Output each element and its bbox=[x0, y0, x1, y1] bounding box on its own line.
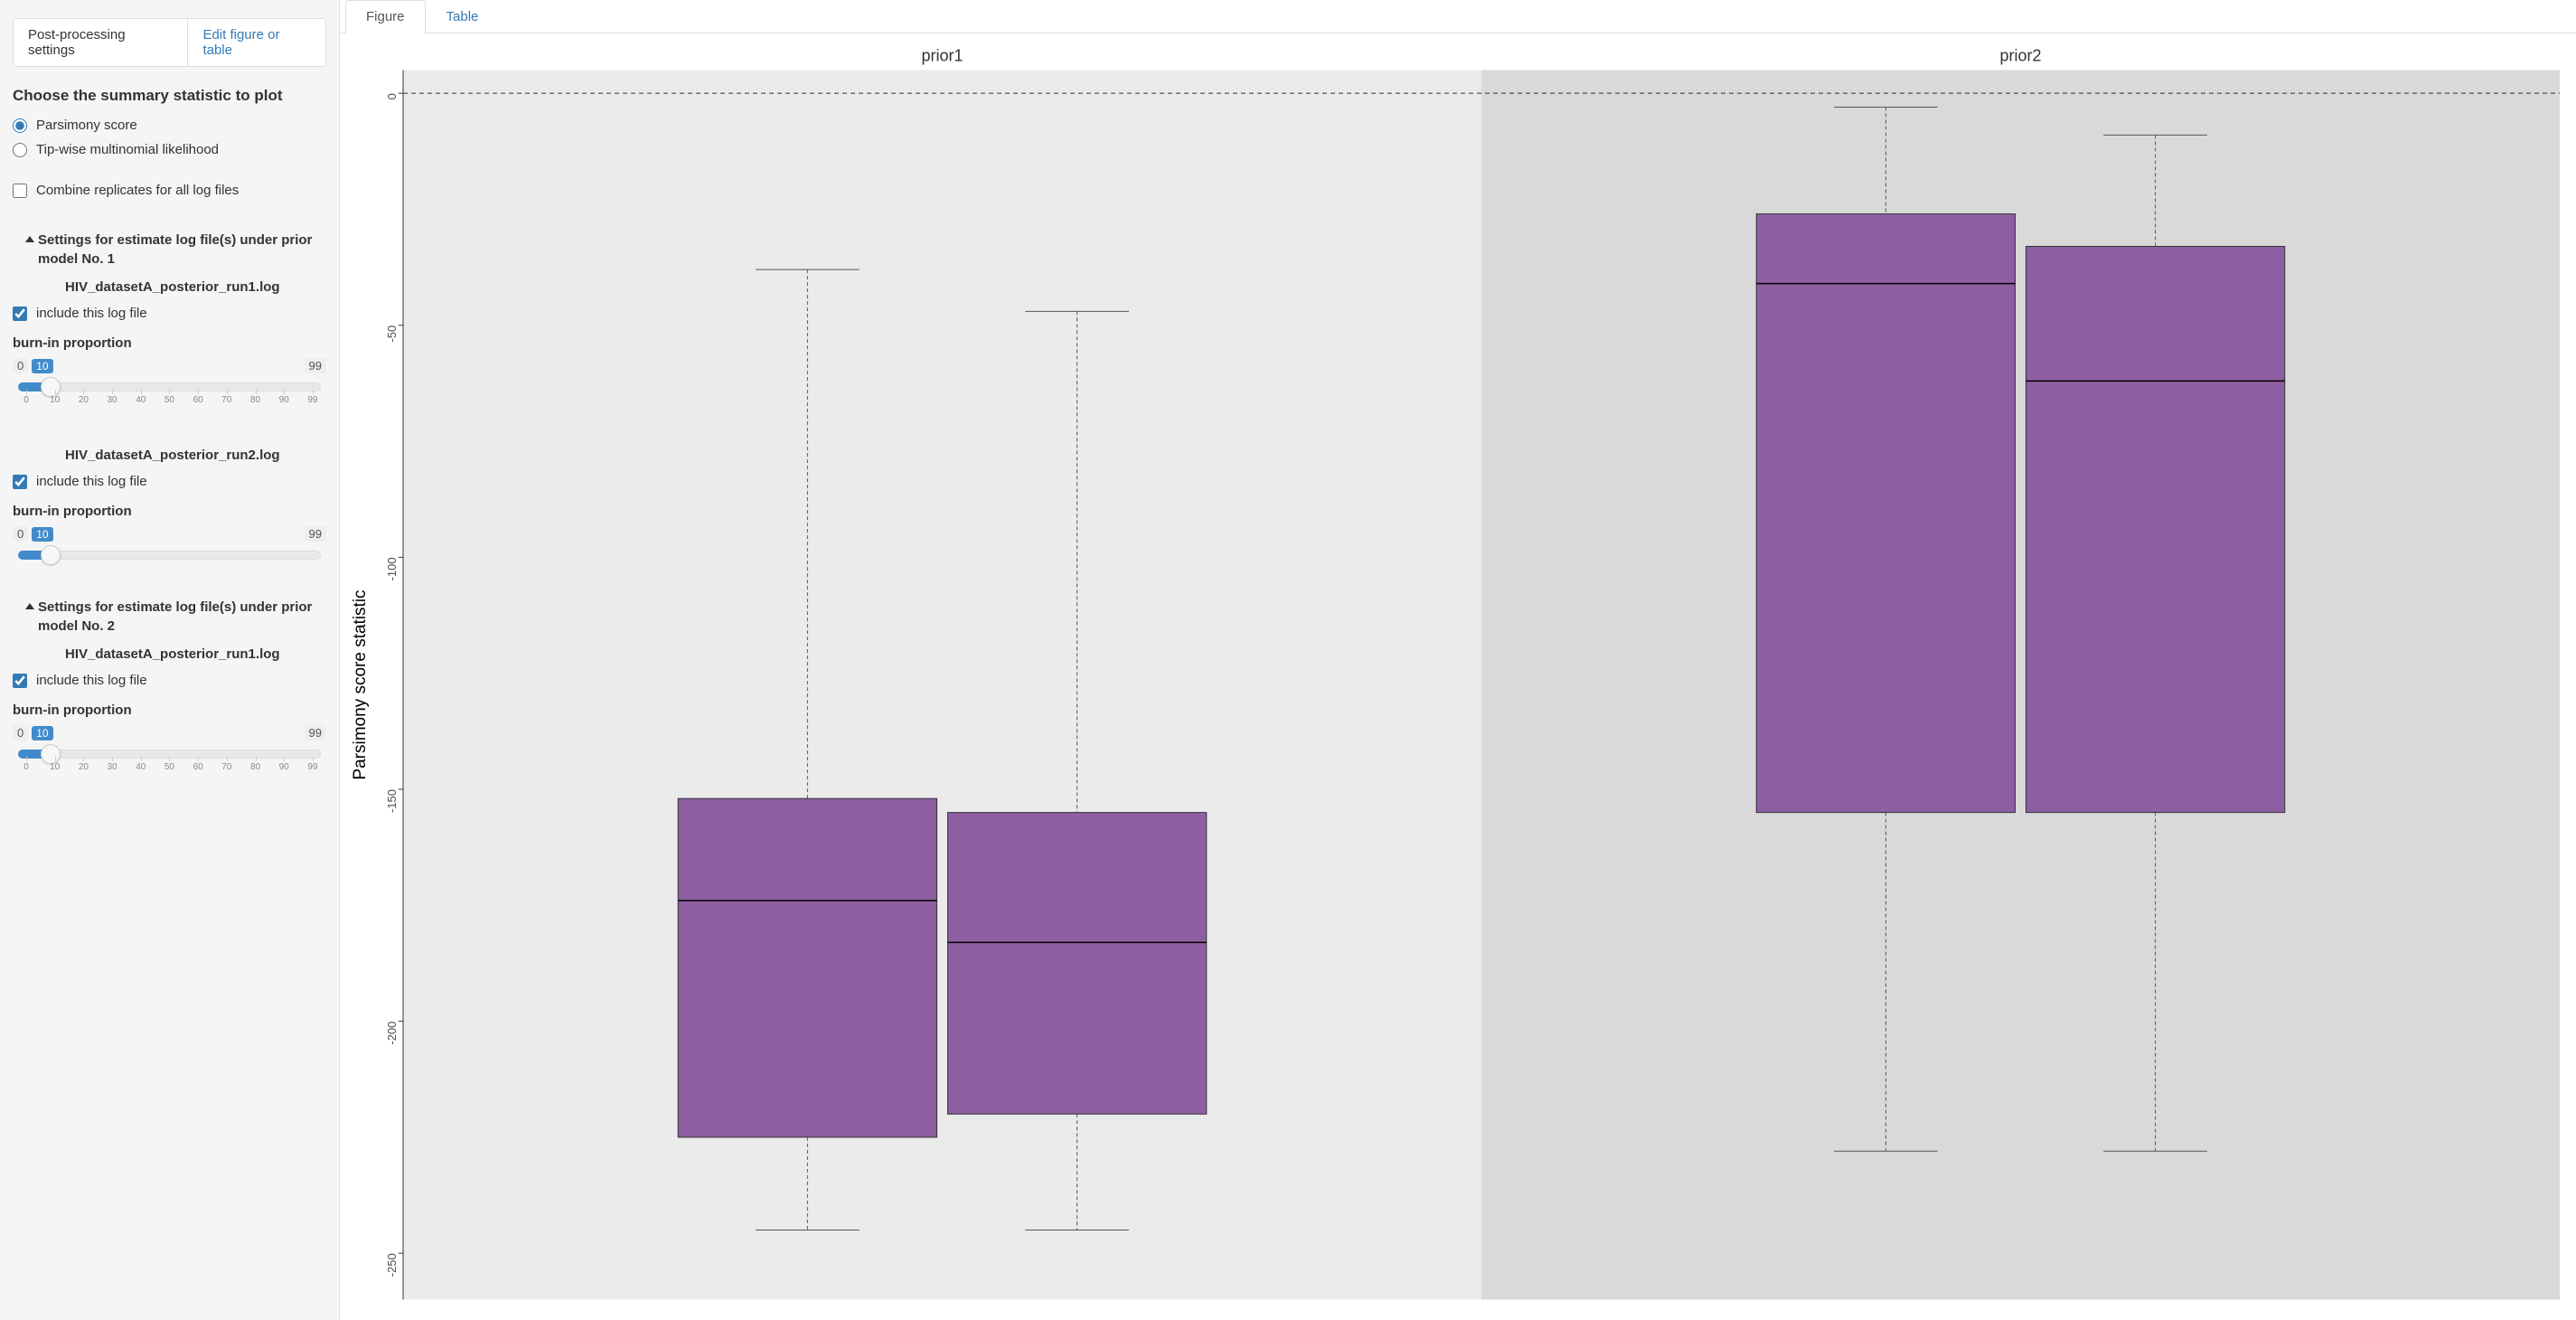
slider-tick: 50 bbox=[161, 762, 177, 772]
slider-thumb[interactable] bbox=[41, 744, 61, 764]
slider-min: 0 bbox=[13, 725, 28, 740]
include-file-row[interactable]: include this log file bbox=[13, 474, 326, 489]
slider-value-badge: 10 bbox=[32, 527, 52, 542]
slider-ticks: 0 10 20 30 40 50 60 70 80 90 99 bbox=[18, 762, 321, 772]
slider-max: 99 bbox=[305, 725, 326, 740]
combine-replicates-checkbox[interactable] bbox=[13, 184, 27, 198]
slider-tick: 70 bbox=[219, 762, 235, 772]
chevron-up-icon bbox=[25, 603, 34, 609]
slider-max: 99 bbox=[305, 358, 326, 373]
slider-tick: 20 bbox=[75, 395, 91, 405]
svg-text:0: 0 bbox=[385, 93, 399, 99]
svg-text:-50: -50 bbox=[385, 325, 399, 343]
slider-tick: 0 bbox=[18, 395, 34, 405]
slider-min: 0 bbox=[13, 526, 28, 542]
svg-text:-250: -250 bbox=[385, 1253, 399, 1277]
chart-area: prior1 prior2 0 -50 -100 -150 -200 -250 Parsimon… bbox=[340, 33, 2576, 1320]
model-block-header[interactable]: Settings for estimate log file(s) under … bbox=[25, 231, 326, 269]
slider-thumb[interactable] bbox=[41, 545, 61, 565]
slider-max: 99 bbox=[305, 526, 326, 542]
combine-replicates-label: Combine replicates for all log files bbox=[36, 183, 239, 198]
radio-tipwise-label: Tip-wise multinomial likelihood bbox=[36, 142, 219, 157]
burnin-slider[interactable]: 0 10 20 30 40 50 60 70 80 90 99 bbox=[13, 377, 326, 419]
slider-tick: 50 bbox=[161, 395, 177, 405]
slider-tick: 60 bbox=[190, 395, 206, 405]
burnin-label: burn-in proportion bbox=[13, 335, 326, 351]
burnin-slider[interactable]: 0 10 20 30 40 50 60 70 80 90 99 bbox=[13, 744, 326, 786]
model-block-title: Settings for estimate log file(s) under … bbox=[38, 231, 326, 269]
include-file-checkbox[interactable] bbox=[13, 475, 27, 489]
svg-text:Parsimony score statistic: Parsimony score statistic bbox=[351, 589, 370, 779]
model-block-header[interactable]: Settings for estimate log file(s) under … bbox=[25, 598, 326, 636]
slider-tick: 70 bbox=[219, 395, 235, 405]
log-file-name: HIV_datasetA_posterior_run1.log bbox=[65, 279, 326, 295]
slider-tick: 99 bbox=[305, 395, 321, 405]
slider-tick: 10 bbox=[47, 762, 63, 772]
chevron-up-icon bbox=[25, 236, 34, 242]
include-file-label: include this log file bbox=[36, 306, 147, 321]
include-file-row[interactable]: include this log file bbox=[13, 306, 326, 321]
tab-figure[interactable]: Figure bbox=[345, 0, 426, 33]
slider-ticks: 0 10 20 30 40 50 60 70 80 90 99 bbox=[18, 395, 321, 405]
slider-tick: 30 bbox=[104, 395, 120, 405]
slider-min-max-row: 0 10 99 bbox=[13, 725, 326, 740]
summary-stat-title: Choose the summary statistic to plot bbox=[13, 87, 326, 105]
sidebar-tab-group: Post-processing settings Edit figure or … bbox=[13, 18, 326, 67]
slider-min-max-row: 0 10 99 bbox=[13, 358, 326, 373]
main-tab-group: Figure Table bbox=[340, 0, 2576, 33]
slider-value-badge: 10 bbox=[32, 359, 52, 373]
slider-tick: 80 bbox=[248, 762, 264, 772]
tab-table[interactable]: Table bbox=[426, 0, 500, 33]
log-file-name: HIV_datasetA_posterior_run2.log bbox=[65, 448, 326, 463]
slider-tick: 90 bbox=[276, 762, 292, 772]
radio-parsimony-row[interactable]: Parsimony score bbox=[13, 118, 326, 133]
boxplot-chart: prior1 prior2 0 -50 -100 -150 -200 -250 Parsimon… bbox=[349, 41, 2567, 1313]
burnin-slider[interactable] bbox=[13, 545, 326, 567]
log-file-name: HIV_datasetA_posterior_run1.log bbox=[65, 646, 326, 662]
slider-tick: 40 bbox=[133, 395, 149, 405]
include-file-label: include this log file bbox=[36, 673, 147, 688]
svg-text:-150: -150 bbox=[385, 789, 399, 813]
include-file-checkbox[interactable] bbox=[13, 674, 27, 688]
main-panel: Figure Table prior1 prior2 0 -50 -100 -150 -20… bbox=[340, 0, 2576, 1320]
radio-parsimony[interactable] bbox=[13, 118, 27, 133]
slider-tick: 30 bbox=[104, 762, 120, 772]
slider-min-max-row: 0 10 99 bbox=[13, 526, 326, 542]
model-block-title: Settings for estimate log file(s) under … bbox=[38, 598, 326, 636]
slider-track bbox=[18, 551, 321, 560]
slider-tick: 20 bbox=[75, 762, 91, 772]
slider-tick: 60 bbox=[190, 762, 206, 772]
svg-text:-100: -100 bbox=[385, 557, 399, 580]
slider-min: 0 bbox=[13, 358, 28, 373]
combine-replicates-row[interactable]: Combine replicates for all log files bbox=[13, 183, 326, 198]
slider-value-badge: 10 bbox=[32, 726, 52, 740]
slider-tick: 40 bbox=[133, 762, 149, 772]
settings-sidebar: Post-processing settings Edit figure or … bbox=[0, 0, 340, 1320]
radio-parsimony-label: Parsimony score bbox=[36, 118, 137, 133]
svg-text:prior2: prior2 bbox=[1999, 47, 2041, 65]
include-file-checkbox[interactable] bbox=[13, 306, 27, 321]
slider-tick: 10 bbox=[47, 395, 63, 405]
burnin-label: burn-in proportion bbox=[13, 504, 326, 519]
radio-tipwise-row[interactable]: Tip-wise multinomial likelihood bbox=[13, 142, 326, 157]
svg-text:prior1: prior1 bbox=[921, 47, 963, 65]
include-file-row[interactable]: include this log file bbox=[13, 673, 326, 688]
slider-tick: 80 bbox=[248, 395, 264, 405]
radio-tipwise[interactable] bbox=[13, 143, 27, 157]
slider-tick: 90 bbox=[276, 395, 292, 405]
tab-edit-figure[interactable]: Edit figure or table bbox=[188, 19, 325, 66]
slider-tick: 0 bbox=[18, 762, 34, 772]
svg-text:-200: -200 bbox=[385, 1022, 399, 1045]
tab-post-processing[interactable]: Post-processing settings bbox=[14, 19, 188, 66]
include-file-label: include this log file bbox=[36, 474, 147, 489]
slider-thumb[interactable] bbox=[41, 377, 61, 397]
burnin-label: burn-in proportion bbox=[13, 702, 326, 718]
slider-tick: 99 bbox=[305, 762, 321, 772]
